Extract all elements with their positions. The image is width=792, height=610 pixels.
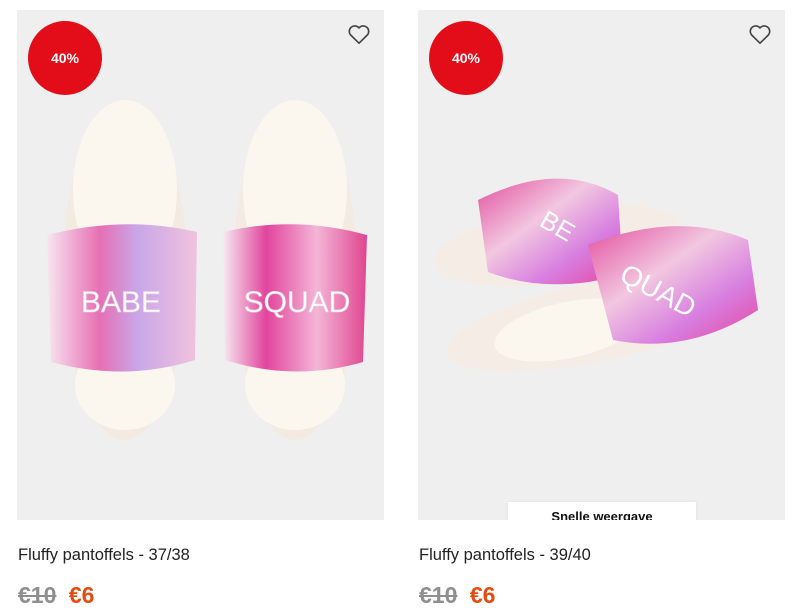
- new-price: €6: [68, 582, 95, 608]
- slipper-text-right: SQUAD: [244, 286, 351, 319]
- old-price: €10: [18, 582, 57, 608]
- quick-view-button[interactable]: Snelle weergave: [508, 502, 696, 520]
- heart-outline-icon[interactable]: [346, 21, 372, 47]
- heart-outline-icon[interactable]: [747, 21, 773, 47]
- product-image-area[interactable]: BABE SQUAD 40%: [17, 10, 384, 520]
- slipper-text-left: BABE: [81, 286, 161, 319]
- product-image-area[interactable]: BE QUAD 40% Snelle weergave: [418, 10, 785, 520]
- price-row: €10 €6: [18, 582, 94, 609]
- new-price: €6: [469, 582, 496, 608]
- product-card[interactable]: BABE SQUAD 40% Fluffy pantoffels - 37/38…: [17, 10, 384, 608]
- old-price: €10: [419, 582, 458, 608]
- product-title[interactable]: Fluffy pantoffels - 39/40: [419, 546, 591, 565]
- product-card[interactable]: BE QUAD 40% Snelle weergave Fluffy panto…: [418, 10, 785, 608]
- discount-badge: 40%: [429, 21, 503, 95]
- discount-badge: 40%: [28, 21, 102, 95]
- price-row: €10 €6: [419, 582, 495, 609]
- product-title[interactable]: Fluffy pantoffels - 37/38: [18, 546, 190, 565]
